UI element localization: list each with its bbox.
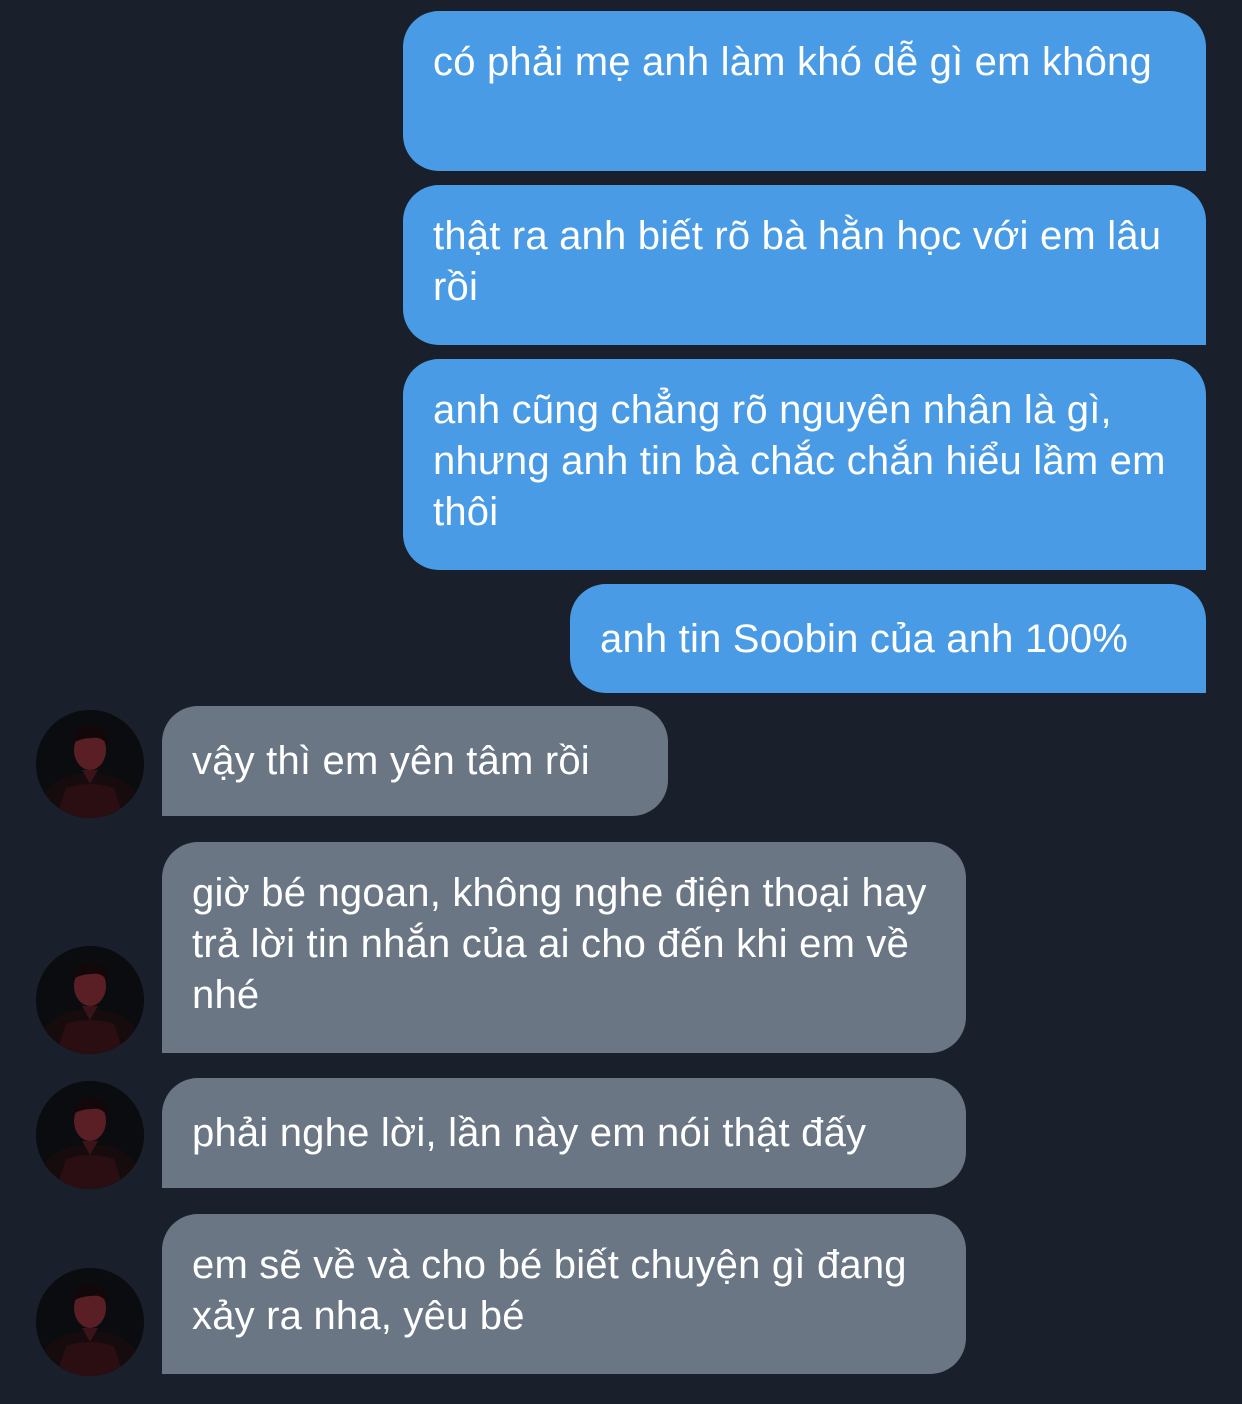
contact-avatar[interactable]: [36, 946, 144, 1054]
chat-thread: có phải mẹ anh làm khó dễ gì em không th…: [0, 0, 1242, 1404]
sent-message-bubble[interactable]: thật ra anh biết rõ bà hằn học với em lâ…: [403, 185, 1206, 345]
sent-message-bubble[interactable]: anh tin Soobin của anh 100%: [570, 584, 1206, 693]
sent-message-bubble[interactable]: có phải mẹ anh làm khó dễ gì em không: [403, 11, 1206, 171]
contact-avatar[interactable]: [36, 1268, 144, 1376]
contact-avatar[interactable]: [36, 1081, 144, 1189]
contact-avatar[interactable]: [36, 710, 144, 818]
received-message-bubble[interactable]: giờ bé ngoan, không nghe điện thoại hay …: [162, 842, 966, 1053]
sent-message-bubble[interactable]: anh cũng chẳng rõ nguyên nhân là gì, như…: [403, 359, 1206, 570]
received-message-bubble[interactable]: phải nghe lời, lần này em nói thật đấy: [162, 1078, 966, 1188]
received-message-bubble[interactable]: em sẽ về và cho bé biết chuyện gì đang x…: [162, 1214, 966, 1374]
received-message-bubble[interactable]: vậy thì em yên tâm rồi: [162, 706, 668, 816]
